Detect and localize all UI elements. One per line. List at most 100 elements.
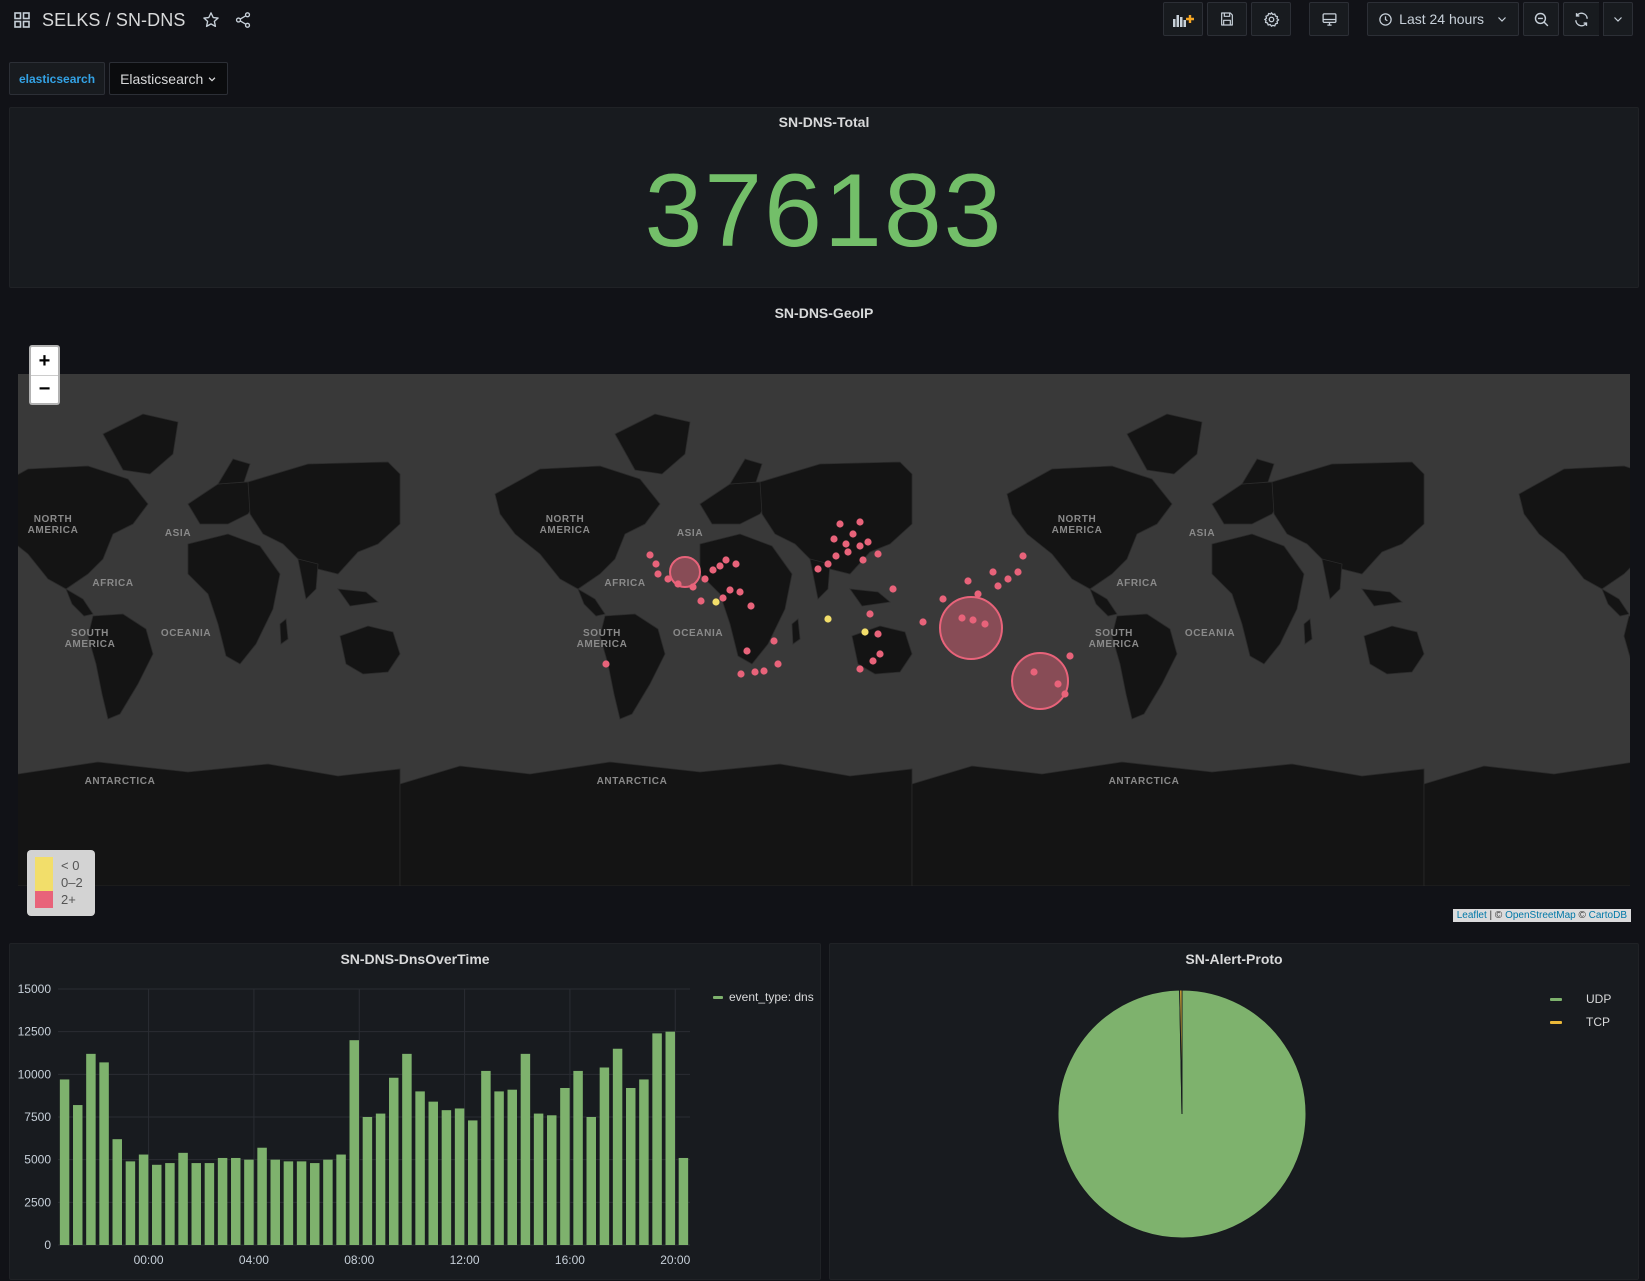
geo-point bbox=[958, 614, 966, 622]
bar bbox=[573, 1070, 583, 1245]
land-shape bbox=[297, 558, 319, 600]
bar bbox=[99, 1062, 109, 1245]
continent-label: ASIA bbox=[677, 528, 703, 539]
land-shape bbox=[1423, 762, 1630, 886]
land-shape bbox=[65, 588, 94, 617]
geo-point bbox=[716, 562, 724, 570]
chevron-down-icon bbox=[208, 76, 216, 82]
geo-point bbox=[842, 540, 850, 548]
continent-label: AFRICA bbox=[604, 578, 645, 589]
geo-point bbox=[919, 618, 927, 626]
y-tick-label: 5000 bbox=[24, 1153, 51, 1167]
zoom-in-button[interactable]: + bbox=[31, 347, 58, 375]
geo-point bbox=[939, 595, 947, 603]
attribution-separator: © bbox=[1575, 910, 1589, 921]
bar bbox=[73, 1105, 83, 1245]
panel-title[interactable]: SN-DNS-GeoIP bbox=[9, 305, 1639, 321]
bar bbox=[454, 1108, 465, 1245]
continent-label: ANTARCTICA bbox=[597, 776, 668, 787]
legend-item-udp[interactable]: UDP bbox=[1550, 992, 1611, 1006]
geo-point bbox=[836, 520, 844, 528]
continent-label: NORTH bbox=[546, 514, 585, 525]
osm-link[interactable]: OpenStreetMap bbox=[1505, 910, 1576, 921]
bar bbox=[678, 1157, 689, 1245]
datasource-value: Elasticsearch bbox=[120, 70, 204, 87]
bar bbox=[533, 1113, 544, 1245]
save-dashboard-button[interactable] bbox=[1207, 2, 1248, 36]
cycle-view-mode-button[interactable] bbox=[1309, 2, 1350, 36]
legend-line bbox=[1550, 1020, 1562, 1024]
time-picker-button[interactable]: Last 24 hours bbox=[1367, 2, 1519, 36]
bar bbox=[336, 1154, 346, 1245]
leaflet-link[interactable]: Leaflet bbox=[1457, 910, 1487, 921]
star-icon[interactable] bbox=[199, 8, 223, 32]
panel-title[interactable]: SN-DNS-Total bbox=[10, 114, 1638, 130]
pie-chart bbox=[1057, 989, 1307, 1239]
land-shape bbox=[791, 618, 801, 645]
datasource-select[interactable]: Elasticsearch bbox=[109, 62, 229, 95]
dashboard-title[interactable]: SELKS / SN-DNS bbox=[42, 10, 185, 31]
series-legend[interactable]: event_type: dns bbox=[713, 990, 814, 1004]
geo-point bbox=[732, 560, 740, 568]
panel-alert-proto[interactable]: SN-Alert-Proto UDP TCP bbox=[829, 943, 1639, 1280]
geo-point bbox=[866, 610, 874, 618]
land-shape bbox=[1361, 588, 1403, 607]
land-shape bbox=[1601, 588, 1630, 617]
add-panel-icon bbox=[1173, 15, 1195, 27]
bar bbox=[152, 1164, 162, 1245]
world-map-canvas: NORTHAMERICA ASIAAFRICASOUTHAMERICAOCEANI… bbox=[18, 413, 1630, 886]
geo-point bbox=[856, 542, 864, 550]
geo-point bbox=[751, 668, 759, 676]
refresh-interval-dropdown[interactable] bbox=[1603, 2, 1633, 36]
bar bbox=[138, 1154, 149, 1245]
bar bbox=[626, 1087, 636, 1245]
panel-dns-total[interactable]: SN-DNS-Total 376183 bbox=[9, 107, 1639, 288]
geo-point bbox=[864, 538, 872, 546]
x-tick-label: 04:00 bbox=[239, 1253, 269, 1267]
geo-point bbox=[674, 580, 682, 588]
legend-label: event_type: dns bbox=[729, 990, 814, 1004]
land-shape bbox=[729, 458, 763, 485]
zoom-out-button[interactable]: − bbox=[31, 375, 58, 403]
dashboard-settings-button[interactable] bbox=[1251, 2, 1292, 36]
share-icon[interactable] bbox=[231, 8, 255, 32]
stat-value: 376183 bbox=[644, 153, 1004, 269]
zoom-out-time-button[interactable] bbox=[1523, 2, 1559, 36]
world-copy bbox=[399, 413, 913, 886]
geo-point bbox=[830, 535, 838, 543]
x-tick-label: 20:00 bbox=[660, 1253, 690, 1267]
refresh-button[interactable] bbox=[1563, 2, 1599, 36]
cartodb-link[interactable]: CartoDB bbox=[1589, 910, 1627, 921]
apps-grid-icon[interactable] bbox=[10, 8, 34, 32]
land-shape bbox=[577, 588, 606, 617]
geo-point bbox=[1054, 680, 1062, 688]
geo-point bbox=[736, 588, 744, 596]
continent-label: SOUTH bbox=[71, 628, 109, 639]
geo-point bbox=[964, 577, 972, 585]
world-map[interactable]: NORTH AMERICA ASIA AFRICA SOUTH AMERICA OCEANI… bbox=[18, 374, 1630, 886]
bar bbox=[362, 1117, 373, 1245]
geo-point bbox=[832, 552, 840, 560]
dashboard-toolbar: Last 24 hours bbox=[1163, 2, 1633, 36]
y-tick-label: 2500 bbox=[24, 1195, 51, 1209]
land-shape bbox=[1211, 533, 1305, 665]
land-shape bbox=[247, 461, 401, 575]
geo-point bbox=[712, 598, 720, 606]
bar bbox=[191, 1163, 201, 1245]
continent-label: SOUTH bbox=[1095, 628, 1133, 639]
bar bbox=[507, 1089, 517, 1245]
geo-point bbox=[1066, 652, 1074, 660]
geo-point bbox=[874, 630, 882, 638]
panel-dns-over-time[interactable]: SN-DNS-DnsOverTime 0 2500 5000 7500 10000 125… bbox=[9, 943, 821, 1280]
legend-item-tcp[interactable]: TCP bbox=[1550, 1015, 1610, 1029]
geo-point bbox=[969, 616, 977, 624]
monitor-icon bbox=[1322, 12, 1337, 26]
continent-label: AMERICA bbox=[540, 525, 591, 536]
bar bbox=[599, 1067, 610, 1245]
bar bbox=[612, 1048, 623, 1245]
continent-label: ANTARCTICA bbox=[85, 776, 156, 787]
add-panel-button[interactable] bbox=[1163, 2, 1204, 36]
template-variables: elasticsearch Elasticsearch bbox=[9, 62, 229, 95]
x-tick-label: 08:00 bbox=[344, 1253, 374, 1267]
bar bbox=[125, 1161, 136, 1245]
